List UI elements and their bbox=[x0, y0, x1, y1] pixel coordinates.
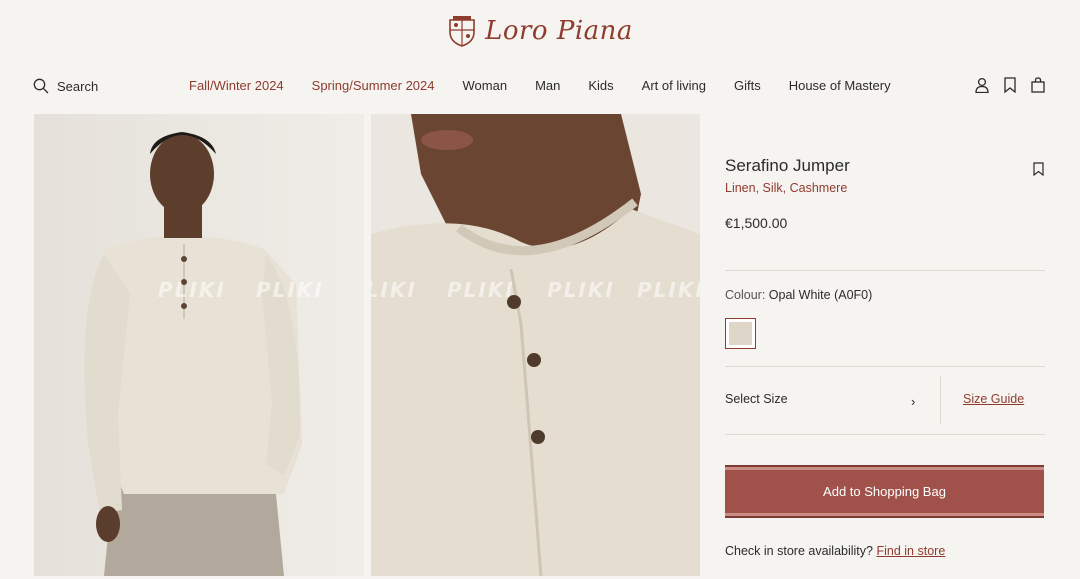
menu-item-man[interactable]: Man bbox=[535, 78, 560, 93]
colour-label: Colour: bbox=[725, 288, 766, 302]
brand-wordmark: Loro Piana bbox=[485, 16, 633, 46]
menu-item-art-of-living[interactable]: Art of living bbox=[642, 78, 706, 93]
menu-item-kids[interactable]: Kids bbox=[588, 78, 613, 93]
product-image-full[interactable]: PLIKI PLIKI bbox=[34, 114, 364, 576]
search-label: Search bbox=[57, 78, 99, 94]
select-size-button[interactable]: Select Size bbox=[725, 392, 788, 406]
colour-info: Colour: Opal White (A0F0) bbox=[725, 288, 872, 302]
main-navigation: Search Fall/Winter 2024 Spring/Summer 20… bbox=[0, 70, 1080, 102]
product-title: Serafino Jumper bbox=[725, 156, 850, 175]
colour-swatch-selected[interactable] bbox=[725, 318, 756, 349]
find-in-store-link[interactable]: Find in store bbox=[876, 544, 945, 558]
store-question: Check in store availability? bbox=[725, 544, 873, 558]
menu-item-woman[interactable]: Woman bbox=[463, 78, 508, 93]
crest-icon bbox=[449, 16, 475, 47]
add-to-shopping-bag-button[interactable]: Add to Shopping Bag bbox=[725, 465, 1044, 518]
colour-value: Opal White (A0F0) bbox=[768, 288, 873, 302]
store-availability: Check in store availability? Find in sto… bbox=[725, 544, 945, 558]
watermark-text: PLIKI bbox=[447, 278, 515, 302]
shopping-bag-icon[interactable] bbox=[1030, 76, 1046, 94]
size-selector-row: Select Size › Size Guide bbox=[725, 366, 1045, 434]
watermark-text: PLIKI bbox=[371, 278, 417, 302]
bookmark-icon bbox=[1033, 162, 1044, 177]
watermark-text: PLIKI bbox=[637, 278, 700, 302]
product-image-detail[interactable]: PLIKI PLIKI PLIKI PLIKI bbox=[371, 114, 700, 576]
search-icon bbox=[33, 78, 49, 94]
model-detail-illustration bbox=[371, 114, 700, 576]
menu-item-fall-winter-2024[interactable]: Fall/Winter 2024 bbox=[189, 78, 284, 93]
account-icon[interactable] bbox=[974, 76, 990, 94]
watermark-text: PLIKI bbox=[158, 278, 226, 302]
add-to-wishlist-button[interactable] bbox=[1033, 162, 1044, 181]
watermark-text: PLIKI bbox=[256, 278, 324, 302]
divider bbox=[725, 270, 1045, 271]
swatch-fill bbox=[729, 322, 752, 345]
wishlist-icon[interactable] bbox=[1002, 76, 1018, 94]
vertical-divider bbox=[940, 376, 941, 424]
menu-item-spring-summer-2024[interactable]: Spring/Summer 2024 bbox=[312, 78, 435, 93]
brand-logo[interactable]: Loro Piana bbox=[0, 14, 1080, 58]
menu-item-house-of-mastery[interactable]: House of Mastery bbox=[789, 78, 891, 93]
category-menu: Fall/Winter 2024 Spring/Summer 2024 Woma… bbox=[189, 78, 891, 93]
product-materials: Linen, Silk, Cashmere bbox=[725, 181, 848, 195]
watermark-text: PLIKI bbox=[547, 278, 615, 302]
product-price: €1,500.00 bbox=[725, 215, 788, 231]
divider bbox=[725, 434, 1045, 435]
search-button[interactable]: Search bbox=[33, 78, 98, 94]
menu-item-gifts[interactable]: Gifts bbox=[734, 78, 761, 93]
header-actions bbox=[974, 76, 1046, 94]
chevron-right-icon[interactable]: › bbox=[911, 394, 915, 409]
model-full-illustration bbox=[34, 114, 364, 576]
size-guide-link[interactable]: Size Guide bbox=[963, 392, 1024, 406]
